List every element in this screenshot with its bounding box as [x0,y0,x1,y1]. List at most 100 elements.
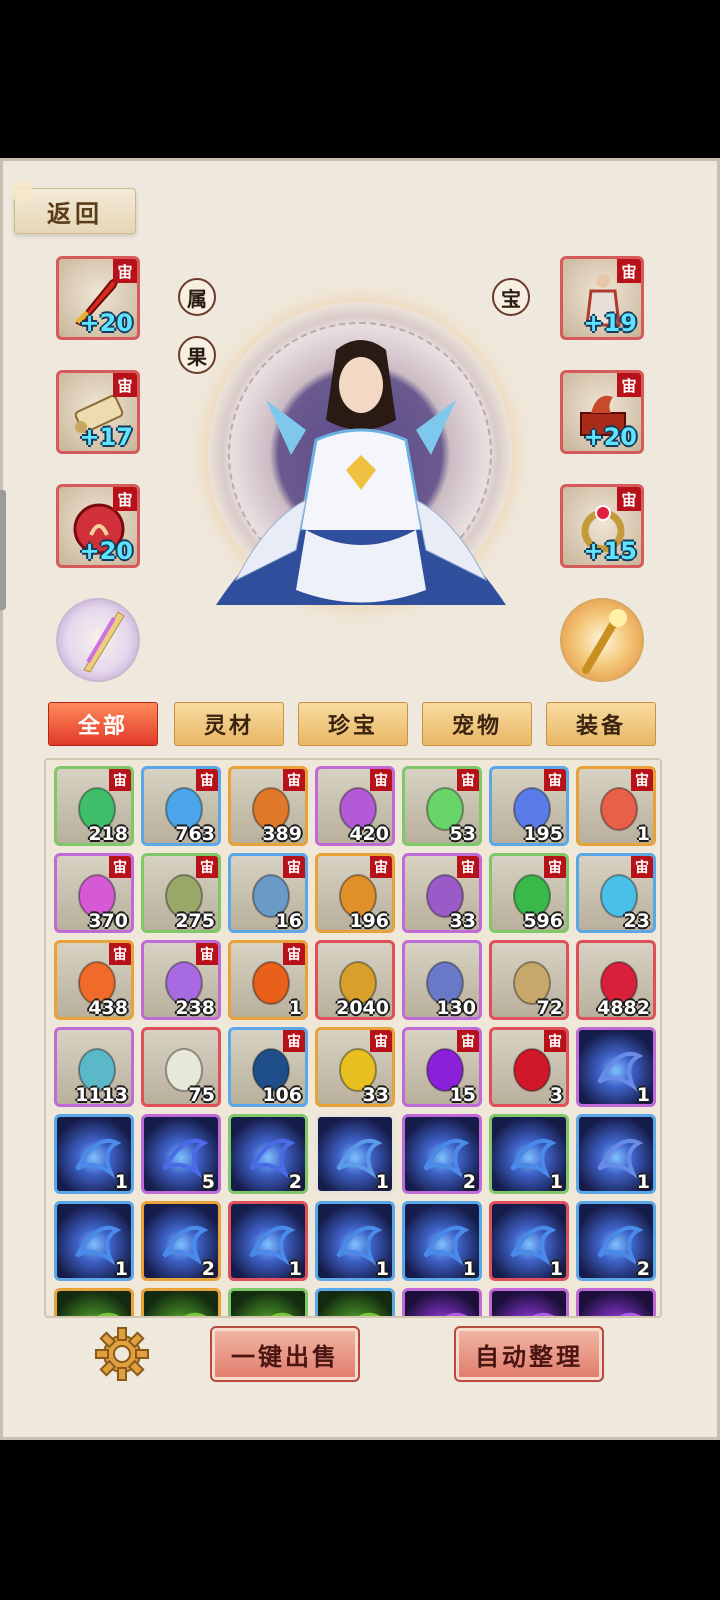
rarity-badge: 宙 [283,856,305,878]
enhance-level: +17 [79,423,133,451]
item-count: 1 [288,1258,302,1280]
inventory-slot[interactable]: 宙 23 [576,853,656,933]
inventory-slot[interactable] [489,1288,569,1316]
back-button[interactable]: 返回 [11,181,136,234]
item-count: 33 [362,1084,389,1106]
inventory-slot[interactable]: 宙 238 [141,940,221,1020]
item-count: 763 [175,823,215,845]
inventory-slot[interactable]: 宙 33 [315,1027,395,1107]
attributes-button[interactable]: 属 [178,278,216,316]
tab-treasures[interactable]: 珍宝 [298,702,408,746]
rarity-badge: 宙 [617,259,641,283]
sell-all-button[interactable]: 一键出售 [210,1326,360,1382]
inventory-slot[interactable]: 宙3 [489,1027,569,1107]
inventory-slot[interactable]: 1 [576,1114,656,1194]
edge-handle[interactable] [0,490,6,610]
inventory-slot[interactable]: 2 [402,1114,482,1194]
item-count: 2 [288,1171,302,1193]
inventory-slot[interactable]: 宙 596 [489,853,569,933]
inventory-slot[interactable] [402,1288,482,1316]
inventory-slot[interactable]: 宙 218 [54,766,134,846]
rarity-badge: 宙 [113,259,137,283]
artifact-orb-left[interactable] [56,598,140,682]
inventory-slot[interactable]: 宙 106 [228,1027,308,1107]
item-count: 16 [275,910,302,932]
inventory-slot[interactable] [228,1288,308,1316]
inventory-slot[interactable]: 2040 [315,940,395,1020]
item-count: 23 [623,910,650,932]
inventory-slot[interactable]: 1 [315,1201,395,1281]
item-count: 3 [549,1084,563,1106]
tab-all[interactable]: 全部 [48,702,158,746]
equip-slot-weapon[interactable]: 宙 +20 [56,256,140,340]
void-skill-icon [445,1312,468,1316]
inventory-slot[interactable] [54,1288,134,1316]
inventory-slot[interactable]: 1 [54,1201,134,1281]
item-count: 4882 [597,997,650,1019]
item-count: 130 [436,997,476,1019]
inventory-slot[interactable]: 2 [228,1114,308,1194]
inventory-slot[interactable]: 宙1 [228,940,308,1020]
inventory-slot[interactable] [315,1288,395,1316]
enhance-level: +20 [79,537,133,565]
inventory-slot[interactable]: 宙 15 [402,1027,482,1107]
inventory-slot[interactable]: 1 [228,1201,308,1281]
rarity-badge: 宙 [283,943,305,965]
inventory-slot[interactable]: 1 [489,1114,569,1194]
inventory-slot[interactable]: 4882 [576,940,656,1020]
equip-slot-armor[interactable]: 宙 +19 [560,256,644,340]
tab-materials[interactable]: 灵材 [174,702,284,746]
inventory-slot[interactable]: 75 [141,1027,221,1107]
rarity-badge: 宙 [457,769,479,791]
inventory-slot[interactable] [141,1288,221,1316]
nature-skill-icon [97,1312,120,1316]
inventory-slot[interactable]: 宙 420 [315,766,395,846]
treasure-button[interactable]: 宝 [492,278,530,316]
inventory-slot[interactable]: 1 [402,1201,482,1281]
equip-slot-chest[interactable]: 宙 +20 [560,370,644,454]
inventory-grid[interactable]: 宙 218 宙 763 宙 389 宙 420 宙 53 宙 195 宙 1 宙 370 宙 275 宙 16 宙 196… [44,758,662,1318]
inventory-slot[interactable]: 2 [141,1201,221,1281]
tab-pets[interactable]: 宠物 [422,702,532,746]
inventory-slot[interactable]: 宙 16 [228,853,308,933]
inventory-slot[interactable]: 130 [402,940,482,1020]
gear-icon[interactable] [94,1326,150,1382]
golden-staff-icon [582,609,627,674]
tab-equipment[interactable]: 装备 [546,702,656,746]
character-portrait[interactable] [196,330,526,620]
inventory-slot[interactable]: 1 [489,1201,569,1281]
item-count: 1 [288,997,302,1019]
item-count: 195 [523,823,563,845]
artifact-orb-right[interactable] [560,598,644,682]
inventory-slot[interactable]: 宙 370 [54,853,134,933]
rarity-badge: 宙 [544,856,566,878]
equip-slot-scroll[interactable]: 宙 +17 [56,370,140,454]
inventory-slot[interactable]: 1113 [54,1027,134,1107]
inventory-slot[interactable]: 宙 195 [489,766,569,846]
inventory-slot[interactable]: 宙 389 [228,766,308,846]
inventory-slot[interactable]: 1 [315,1114,395,1194]
inventory-slot[interactable]: 宙 763 [141,766,221,846]
inventory-slot[interactable]: 5 [141,1114,221,1194]
inventory-slot[interactable]: 宙1 [576,766,656,846]
inventory-slot[interactable]: 宙 53 [402,766,482,846]
equip-slot-seal[interactable]: 宙 +20 [56,484,140,568]
rarity-badge: 宙 [544,769,566,791]
inventory-slot[interactable]: 宙 438 [54,940,134,1020]
inventory-slot[interactable]: 1 [576,1027,656,1107]
inventory-slot[interactable]: 宙 196 [315,853,395,933]
item-count: 389 [262,823,302,845]
inventory-slot[interactable]: 72 [489,940,569,1020]
auto-sort-button[interactable]: 自动整理 [454,1326,604,1382]
rarity-badge: 宙 [283,769,305,791]
rarity-badge: 宙 [283,1030,305,1052]
void-skill-icon [532,1312,555,1316]
inventory-slot[interactable]: 1 [54,1114,134,1194]
item-count: 438 [88,997,128,1019]
inventory-slot[interactable] [576,1288,656,1316]
inventory-slot[interactable]: 宙 33 [402,853,482,933]
inventory-slot[interactable]: 2 [576,1201,656,1281]
inventory-slot[interactable]: 宙 275 [141,853,221,933]
equip-slot-ring[interactable]: 宙 +15 [560,484,644,568]
rarity-badge: 宙 [109,943,131,965]
